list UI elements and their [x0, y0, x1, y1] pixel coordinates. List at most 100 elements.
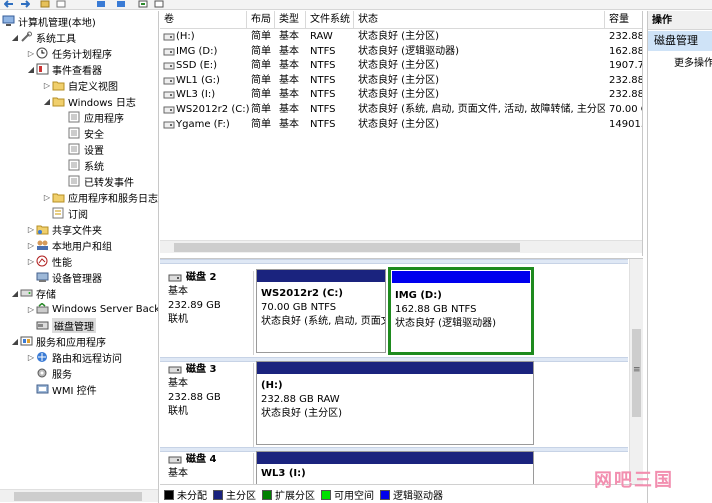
expand-arrow-icon[interactable]: ▷: [26, 305, 36, 314]
collapse-arrow-icon[interactable]: ◢: [26, 65, 36, 74]
export-list-icon[interactable]: [138, 0, 148, 8]
column-header-capacity[interactable]: 容量: [605, 11, 642, 29]
volume-drive-icon: [163, 33, 175, 41]
cell-volume: WL3 (I:): [176, 89, 216, 101]
column-header-filesystem[interactable]: 文件系统: [306, 11, 354, 29]
expand-arrow-icon[interactable]: ▷: [26, 225, 36, 234]
tree-item-log-system[interactable]: 系统: [68, 157, 104, 173]
disk-3-label[interactable]: 磁盘 3 基本 232.88 GB 联机: [162, 363, 254, 447]
wmi-icon: [36, 383, 49, 395]
partition-h[interactable]: (H:) 232.88 GB RAW 状态良好 (主分区): [256, 361, 534, 445]
collapse-arrow-icon[interactable]: ◢: [10, 289, 20, 298]
tree-item-log-setup[interactable]: 设置: [68, 141, 104, 157]
view-icon[interactable]: [154, 0, 164, 8]
cell-layout: 简单: [251, 31, 271, 42]
tree-item-custom-views[interactable]: ▷ 自定义视图: [42, 77, 118, 93]
tree-horizontal-scrollbar[interactable]: [0, 489, 158, 502]
column-header-status[interactable]: 状态: [354, 11, 605, 29]
volume-drive-icon: [163, 91, 175, 99]
table-row[interactable]: SSD (E:) 简单 基本 NTFS 状态良好 (主分区) 1907.7: [160, 59, 642, 73]
disk-2-label[interactable]: 磁盘 2 基本 232.89 GB 联机: [162, 271, 254, 355]
tree-item-log-forwarded[interactable]: 已转发事件: [68, 173, 134, 189]
console-tree: 计算机管理(本地) ◢ 系统工具 ▷ 任务计划程序 ◢ 事件查看器 ▷ 自定义视…: [0, 11, 159, 503]
disk-icon: [168, 274, 182, 282]
cell-layout: 简单: [251, 104, 271, 115]
scroll-thumb[interactable]: [174, 243, 520, 252]
table-row[interactable]: Ygame (F:) 简单 基本 NTFS 状态良好 (主分区) 14901.: [160, 118, 642, 132]
tree-item-log-security[interactable]: 安全: [68, 125, 104, 141]
tree-item-app-service-logs[interactable]: ▷ 应用程序和服务日志: [42, 189, 158, 205]
up-folder-icon[interactable]: [40, 0, 50, 8]
tree-item-system-tools[interactable]: ◢ 系统工具: [10, 29, 76, 45]
tree-item-routing-remote-access[interactable]: ▷ 路由和远程访问: [26, 349, 122, 365]
collapse-arrow-icon[interactable]: ◢: [10, 33, 20, 42]
table-row[interactable]: WL3 (I:) 简单 基本 NTFS 状态良好 (主分区) 232.88: [160, 88, 643, 102]
tree-item-computer-management[interactable]: 计算机管理(本地): [2, 13, 96, 29]
table-row[interactable]: WS2012r2 (C:) 简单 基本 NTFS 状态良好 (系统, 启动, 页面文件,…: [160, 103, 642, 117]
column-header-type[interactable]: 类型: [275, 11, 306, 29]
cell-status: 状态良好 (主分区): [358, 60, 439, 72]
tree-item-performance[interactable]: ▷ 性能: [26, 253, 72, 269]
legend-free-space: 可用空间: [321, 487, 374, 502]
cell-volume: SSD (E:): [176, 60, 218, 72]
collapse-arrow-icon[interactable]: ◢: [10, 337, 20, 346]
tree-item-services[interactable]: 服务: [36, 365, 72, 381]
expand-arrow-icon[interactable]: ▷: [26, 257, 36, 266]
tree-item-subscriptions[interactable]: 订阅: [52, 205, 88, 221]
console-tree-icon[interactable]: [56, 0, 66, 8]
tree-item-task-scheduler[interactable]: ▷ 任务计划程序: [26, 45, 112, 61]
tree-item-wmi-control[interactable]: WMI 控件: [36, 381, 97, 397]
cell-type: 基本: [279, 60, 299, 72]
tree-item-disk-management[interactable]: 磁盘管理: [36, 317, 96, 333]
tree-item-log-application[interactable]: 应用程序: [68, 109, 124, 125]
tree-item-windows-server-backup[interactable]: ▷ Windows Server Back: [26, 301, 158, 317]
forward-arrow-icon[interactable]: [20, 0, 30, 8]
partition-c[interactable]: WS2012r2 (C:) 70.00 GB NTFS 状态良好 (系统, 启动…: [256, 269, 386, 353]
legend-logical-drive: 逻辑驱动器: [380, 487, 443, 502]
cell-fs: NTFS: [310, 45, 336, 57]
cell-capacity: 232.88: [609, 89, 643, 101]
expand-arrow-icon[interactable]: ▷: [26, 241, 36, 250]
tree-item-shared-folders[interactable]: ▷ 共享文件夹: [26, 221, 102, 237]
collapse-arrow-icon[interactable]: ◢: [42, 97, 52, 106]
cell-type: 基本: [279, 118, 299, 130]
back-arrow-icon[interactable]: [4, 0, 14, 8]
disk-map-vertical-scrollbar[interactable]: ≡: [629, 259, 643, 487]
disk-4-label[interactable]: 磁盘 4 基本: [162, 453, 254, 485]
tree-item-event-viewer[interactable]: ◢ 事件查看器: [26, 61, 102, 77]
partition-d-selected[interactable]: IMG (D:) 162.88 GB NTFS 状态良好 (逻辑驱动器): [388, 267, 534, 355]
expand-arrow-icon[interactable]: ▷: [26, 49, 36, 58]
toolbar: [0, 0, 712, 10]
disk-icon: [168, 366, 182, 374]
cell-type: 基本: [279, 104, 299, 115]
more-actions-link[interactable]: 更多操作: [674, 54, 712, 69]
column-header-layout[interactable]: 布局: [247, 11, 275, 29]
tree-item-storage[interactable]: ◢ 存储: [10, 285, 56, 301]
tree-item-device-manager[interactable]: 设备管理器: [36, 269, 102, 285]
properties-icon[interactable]: [96, 0, 106, 8]
expand-arrow-icon[interactable]: ▷: [26, 353, 36, 362]
legend-swatch: [213, 489, 223, 500]
scroll-thumb[interactable]: [14, 492, 142, 501]
expand-arrow-icon[interactable]: ▷: [42, 193, 52, 202]
tree-item-local-users-groups[interactable]: ▷ 本地用户和组: [26, 237, 112, 253]
legend-swatch: [262, 489, 272, 500]
cell-type: 基本: [279, 89, 299, 101]
cell-volume: WL1 (G:): [176, 74, 220, 86]
tree-item-services-and-apps[interactable]: ◢ 服务和应用程序: [10, 333, 106, 349]
cell-status: 状态良好 (主分区): [358, 89, 439, 101]
tree-item-windows-logs[interactable]: ◢ Windows 日志: [42, 93, 136, 109]
table-row[interactable]: WL1 (G:) 简单 基本 NTFS 状态良好 (主分区) 232.88: [160, 74, 642, 88]
cell-status: 状态良好 (系统, 启动, 页面文件, 活动, 故障转储, 主分区): [358, 104, 605, 115]
expand-arrow-icon[interactable]: ▷: [42, 81, 52, 90]
actions-section-disk-management[interactable]: 磁盘管理: [648, 31, 712, 51]
volume-drive-icon: [163, 48, 175, 56]
help-icon[interactable]: [116, 0, 126, 8]
folder-icon: [52, 95, 65, 107]
table-row[interactable]: IMG (D:) 简单 基本 NTFS 状态良好 (逻辑驱动器) 162.88: [160, 45, 642, 59]
column-header-volume[interactable]: 卷: [160, 11, 247, 29]
volume-list-horizontal-scrollbar[interactable]: [160, 240, 642, 253]
partition-bar: [257, 452, 533, 464]
table-row[interactable]: (H:) 简单 基本 RAW 状态良好 (主分区) 232.88: [160, 30, 642, 44]
cell-fs: NTFS: [310, 60, 336, 72]
